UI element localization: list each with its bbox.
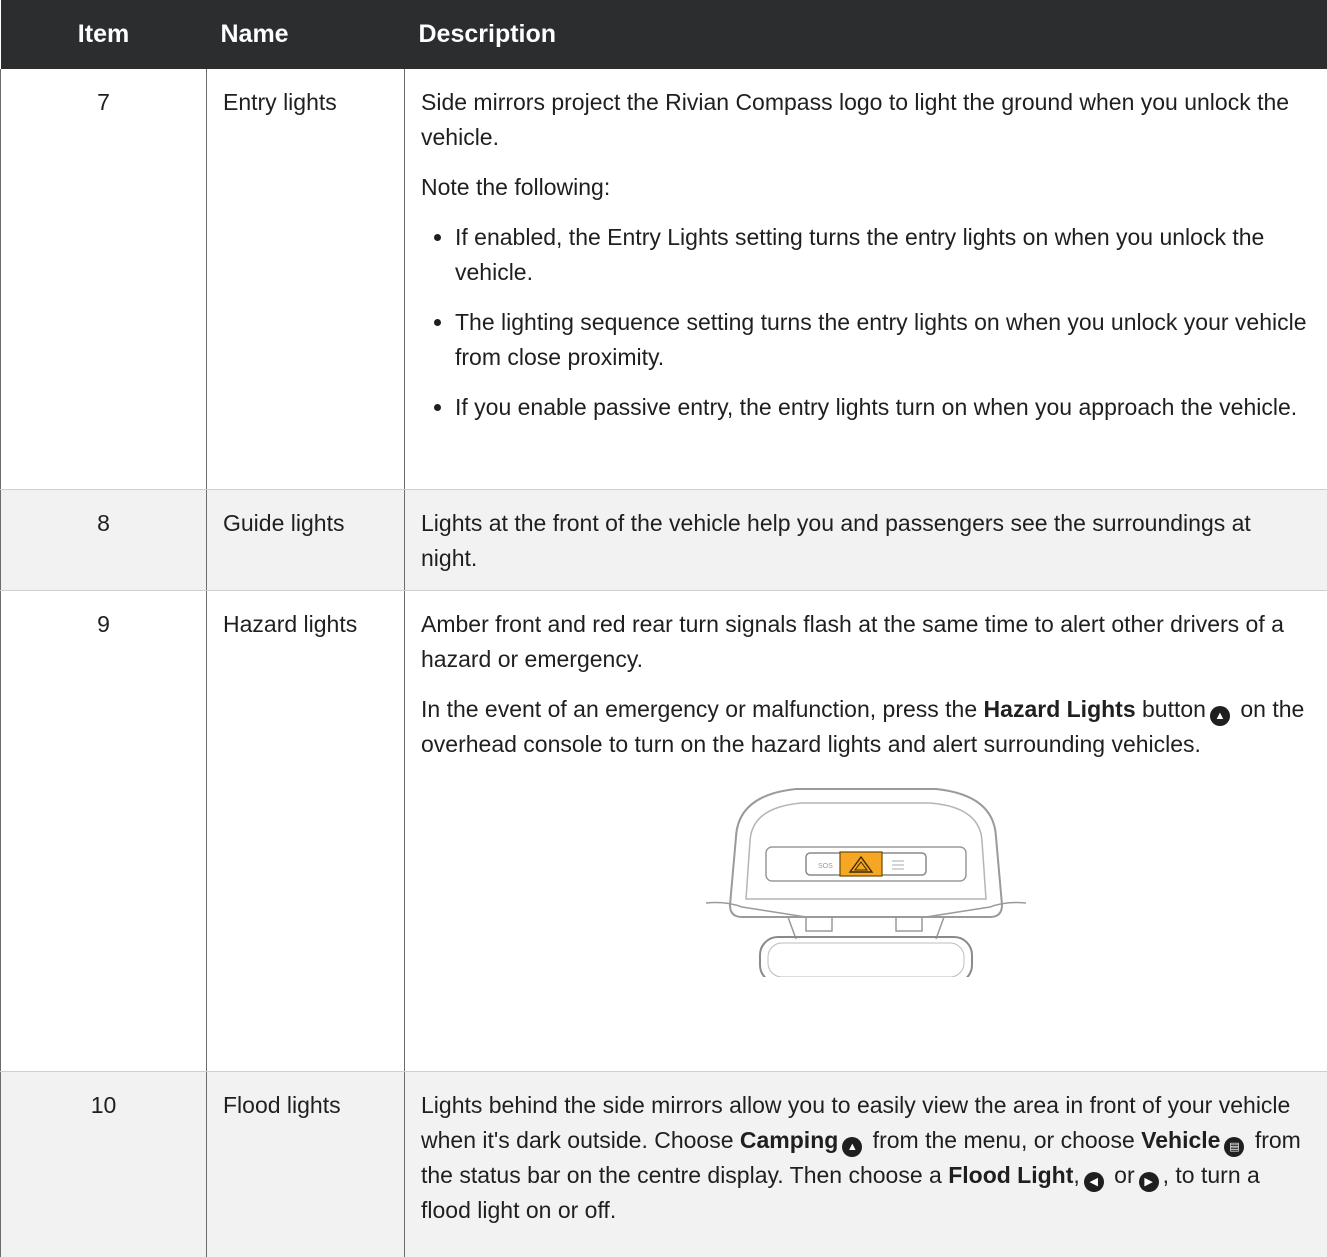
description-paragraph: Note the following: [421, 170, 1311, 205]
bullet-list: If enabled, the Entry Lights setting tur… [421, 220, 1311, 425]
description-paragraph: Lights behind the side mirrors allow you… [421, 1088, 1311, 1228]
overhead-console-drawing: SOS [706, 777, 1026, 977]
item-description: Amber front and red rear turn signals fl… [405, 590, 1327, 1071]
list-item: If you enable passive entry, the entry l… [455, 390, 1311, 425]
item-name: Entry lights [207, 69, 405, 489]
item-name: Hazard lights [207, 590, 405, 1071]
item-description: Lights at the front of the vehicle help … [405, 489, 1327, 590]
vehicle-icon: ▤ [1224, 1137, 1244, 1157]
sos-label: SOS [818, 863, 833, 870]
bold-text: Flood Light [948, 1162, 1073, 1188]
flood-light-right-icon: ▶ [1139, 1172, 1159, 1192]
item-number: 7 [1, 69, 207, 489]
table-row: 9 Hazard lights Amber front and red rear… [1, 590, 1327, 1071]
table-row: 7 Entry lights Side mirrors project the … [1, 69, 1327, 489]
bold-text: Camping [740, 1127, 838, 1153]
hazard-icon: ▲ [1210, 706, 1230, 726]
text-run: , [1073, 1162, 1079, 1188]
table-row: 10 Flood lights Lights behind the side m… [1, 1071, 1327, 1257]
table-header-row: Item Name Description [1, 0, 1327, 69]
item-number: 10 [1, 1071, 207, 1257]
text-run: from the menu, or choose [866, 1127, 1141, 1153]
list-item: If enabled, the Entry Lights setting tur… [455, 220, 1311, 290]
bold-text: Hazard Lights [984, 696, 1136, 722]
item-name: Flood lights [207, 1071, 405, 1257]
description-paragraph: In the event of an emergency or malfunct… [421, 692, 1311, 762]
header-description: Description [405, 0, 1327, 69]
item-description: Lights behind the side mirrors allow you… [405, 1071, 1327, 1257]
item-number: 9 [1, 590, 207, 1071]
list-item: The lighting sequence setting turns the … [455, 305, 1311, 375]
lights-table: Item Name Description 7 Entry lights Sid… [0, 0, 1327, 1257]
text-run: button [1136, 696, 1206, 722]
description-paragraph: Amber front and red rear turn signals fl… [421, 607, 1311, 677]
header-item: Item [1, 0, 207, 69]
text-run: or [1108, 1162, 1135, 1188]
header-name: Name [207, 0, 405, 69]
item-description: Side mirrors project the Rivian Compass … [405, 69, 1327, 489]
table-row: 8 Guide lights Lights at the front of th… [1, 489, 1327, 590]
overhead-console-illustration: SOS [421, 777, 1311, 987]
bold-text: Vehicle [1141, 1127, 1220, 1153]
item-number: 8 [1, 489, 207, 590]
description-paragraph: Side mirrors project the Rivian Compass … [421, 85, 1311, 155]
text-run: In the event of an emergency or malfunct… [421, 696, 984, 722]
item-name: Guide lights [207, 489, 405, 590]
camping-icon: ▲ [842, 1137, 862, 1157]
flood-light-left-icon: ◀ [1084, 1172, 1104, 1192]
description-paragraph: Lights at the front of the vehicle help … [421, 506, 1311, 576]
